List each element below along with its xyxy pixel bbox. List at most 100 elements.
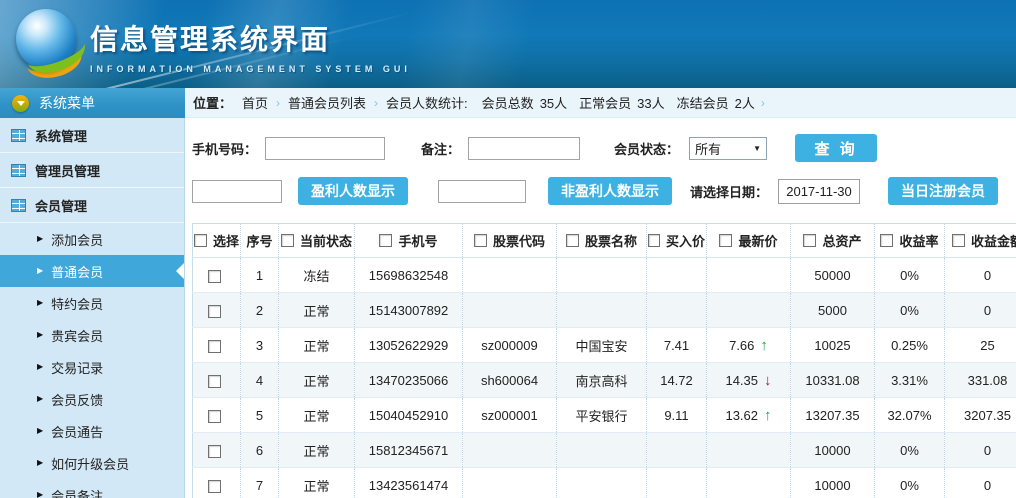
triangle-bullet-icon: ▶ bbox=[37, 299, 43, 307]
triangle-bullet-icon: ▶ bbox=[37, 459, 43, 467]
sidebar-item-10[interactable]: ▶如何升级会员 bbox=[0, 447, 184, 479]
select-cell bbox=[193, 258, 241, 293]
column-checkbox-7[interactable] bbox=[719, 234, 732, 247]
buy-price-cell: 9.11 bbox=[647, 398, 707, 433]
total-assets-cell: 13207.35 bbox=[791, 398, 875, 433]
phone-cell: 13052622929 bbox=[355, 328, 463, 363]
column-checkbox-10[interactable] bbox=[952, 234, 965, 247]
stock-name-cell bbox=[557, 433, 647, 468]
menu-collapse-icon bbox=[12, 95, 29, 112]
sidebar-item-label: 普通会员 bbox=[51, 262, 103, 281]
sidebar-section-2[interactable]: 会员管理 bbox=[0, 188, 184, 223]
breadcrumb-label: 位置： bbox=[193, 93, 232, 112]
select-cell bbox=[193, 293, 241, 328]
show-profit-button[interactable]: 盈利人数显示 bbox=[298, 177, 408, 205]
chevron-right-icon: › bbox=[276, 96, 280, 110]
show-nonprofit-button[interactable]: 非盈利人数显示 bbox=[548, 177, 672, 205]
menu-title: 系统菜单 bbox=[39, 93, 95, 113]
stat-name-2: 冻结会员 bbox=[677, 93, 729, 112]
column-header-0: 选择 bbox=[193, 224, 241, 258]
row-checkbox[interactable] bbox=[208, 480, 221, 493]
chevron-right-icon: › bbox=[374, 96, 378, 110]
triangle-bullet-icon: ▶ bbox=[37, 331, 43, 339]
column-header-4: 股票代码 bbox=[463, 224, 557, 258]
select-cell bbox=[193, 468, 241, 498]
select-cell bbox=[193, 363, 241, 398]
sidebar-menu-header[interactable]: 系统菜单 bbox=[0, 88, 185, 118]
sidebar-item-4[interactable]: ▶ 普通会员 bbox=[0, 255, 184, 287]
stock-code-cell: sz000001 bbox=[463, 398, 557, 433]
column-header-8: 总资产 bbox=[791, 224, 875, 258]
column-header-3: 手机号 bbox=[355, 224, 463, 258]
chevron-right-icon: › bbox=[761, 96, 765, 110]
column-checkbox-4[interactable] bbox=[474, 234, 487, 247]
price-up-icon: ↑ bbox=[760, 337, 768, 354]
column-header-10: 收益金额 bbox=[945, 224, 1016, 258]
date-label: 请选择日期： bbox=[690, 182, 768, 201]
column-label: 当前状态 bbox=[300, 231, 352, 250]
table-row: 4正常13470235066sh600064南京高科14.7214.35↓103… bbox=[193, 363, 1016, 398]
column-checkbox-6[interactable] bbox=[648, 234, 660, 247]
sidebar-item-label: 会员管理 bbox=[35, 196, 87, 215]
row-checkbox[interactable] bbox=[208, 340, 221, 353]
no-cell: 5 bbox=[241, 398, 279, 433]
stock-code-cell: sh600064 bbox=[463, 363, 557, 398]
row-checkbox[interactable] bbox=[208, 410, 221, 423]
column-label: 总资产 bbox=[822, 231, 861, 250]
triangle-bullet-icon: ▶ bbox=[37, 267, 43, 275]
phone-cell: 13423561474 bbox=[355, 468, 463, 498]
profit-count-input[interactable] bbox=[192, 180, 282, 203]
row-checkbox[interactable] bbox=[208, 305, 221, 318]
row-checkbox[interactable] bbox=[208, 445, 221, 458]
breadcrumb-link-1[interactable]: 普通会员列表 bbox=[288, 93, 366, 112]
row-checkbox[interactable] bbox=[208, 375, 221, 388]
column-checkbox-8[interactable] bbox=[803, 234, 816, 247]
sidebar-item-6[interactable]: ▶贵宾会员 bbox=[0, 319, 184, 351]
no-cell: 7 bbox=[241, 468, 279, 498]
column-header-6: 买入价 bbox=[647, 224, 707, 258]
sidebar-item-3[interactable]: ▶添加会员 bbox=[0, 223, 184, 255]
stock-code-cell: sz000009 bbox=[463, 328, 557, 363]
sidebar-item-5[interactable]: ▶特约会员 bbox=[0, 287, 184, 319]
latest-price-value: 7.66 bbox=[729, 338, 754, 353]
app-subtitle: INFORMATION MANAGEMENT SYSTEM GUI bbox=[90, 64, 411, 74]
sidebar-section-0[interactable]: 系统管理 bbox=[0, 118, 184, 153]
column-checkbox-5[interactable] bbox=[566, 234, 579, 247]
query-button[interactable]: 查 询 bbox=[795, 134, 877, 162]
member-table: 选择序号当前状态手机号股票代码股票名称买入价最新价总资产收益率收益金额 1冻结1… bbox=[192, 223, 1016, 498]
column-checkbox-2[interactable] bbox=[281, 234, 294, 247]
profit-rate-cell: 0% bbox=[875, 468, 945, 498]
date-picker[interactable]: 2017-11-30 bbox=[778, 179, 860, 204]
column-checkbox-9[interactable] bbox=[880, 234, 893, 247]
buy-price-cell bbox=[647, 433, 707, 468]
sidebar-item-8[interactable]: ▶会员反馈 bbox=[0, 383, 184, 415]
nonprofit-count-input[interactable] bbox=[438, 180, 526, 203]
buy-price-cell: 7.41 bbox=[647, 328, 707, 363]
row-checkbox[interactable] bbox=[208, 270, 221, 283]
table-header-row: 选择序号当前状态手机号股票代码股票名称买入价最新价总资产收益率收益金额 bbox=[193, 224, 1016, 258]
sidebar-section-1[interactable]: 管理员管理 bbox=[0, 153, 184, 188]
no-cell: 6 bbox=[241, 433, 279, 468]
column-header-9: 收益率 bbox=[875, 224, 945, 258]
profit-amount-cell: 0 bbox=[945, 293, 1016, 328]
column-label: 序号 bbox=[246, 231, 272, 250]
sidebar-item-label: 会员通告 bbox=[51, 422, 103, 441]
sidebar-item-9[interactable]: ▶ 会员通告 bbox=[0, 415, 184, 447]
column-label: 收益金额 bbox=[971, 231, 1016, 250]
total-assets-cell: 10025 bbox=[791, 328, 875, 363]
note-input[interactable] bbox=[468, 137, 580, 160]
phone-input[interactable] bbox=[265, 137, 385, 160]
total-assets-cell: 5000 bbox=[791, 293, 875, 328]
sidebar-item-7[interactable]: ▶交易记录 bbox=[0, 351, 184, 383]
sidebar-item-11[interactable]: ▶会员备注 bbox=[0, 479, 184, 498]
buy-price-cell: 14.72 bbox=[647, 363, 707, 398]
triangle-bullet-icon: ▶ bbox=[37, 427, 43, 435]
profit-amount-cell: 0 bbox=[945, 468, 1016, 498]
column-checkbox-3[interactable] bbox=[379, 234, 392, 247]
breadcrumb-link-0[interactable]: 首页 bbox=[242, 93, 268, 112]
today-registered-button[interactable]: 当日注册会员 bbox=[888, 177, 998, 205]
member-status-select[interactable]: 所有 ▼ bbox=[689, 137, 767, 160]
stock-name-cell: 中国宝安 bbox=[557, 328, 647, 363]
select-cell bbox=[193, 328, 241, 363]
column-checkbox-0[interactable] bbox=[194, 234, 207, 247]
